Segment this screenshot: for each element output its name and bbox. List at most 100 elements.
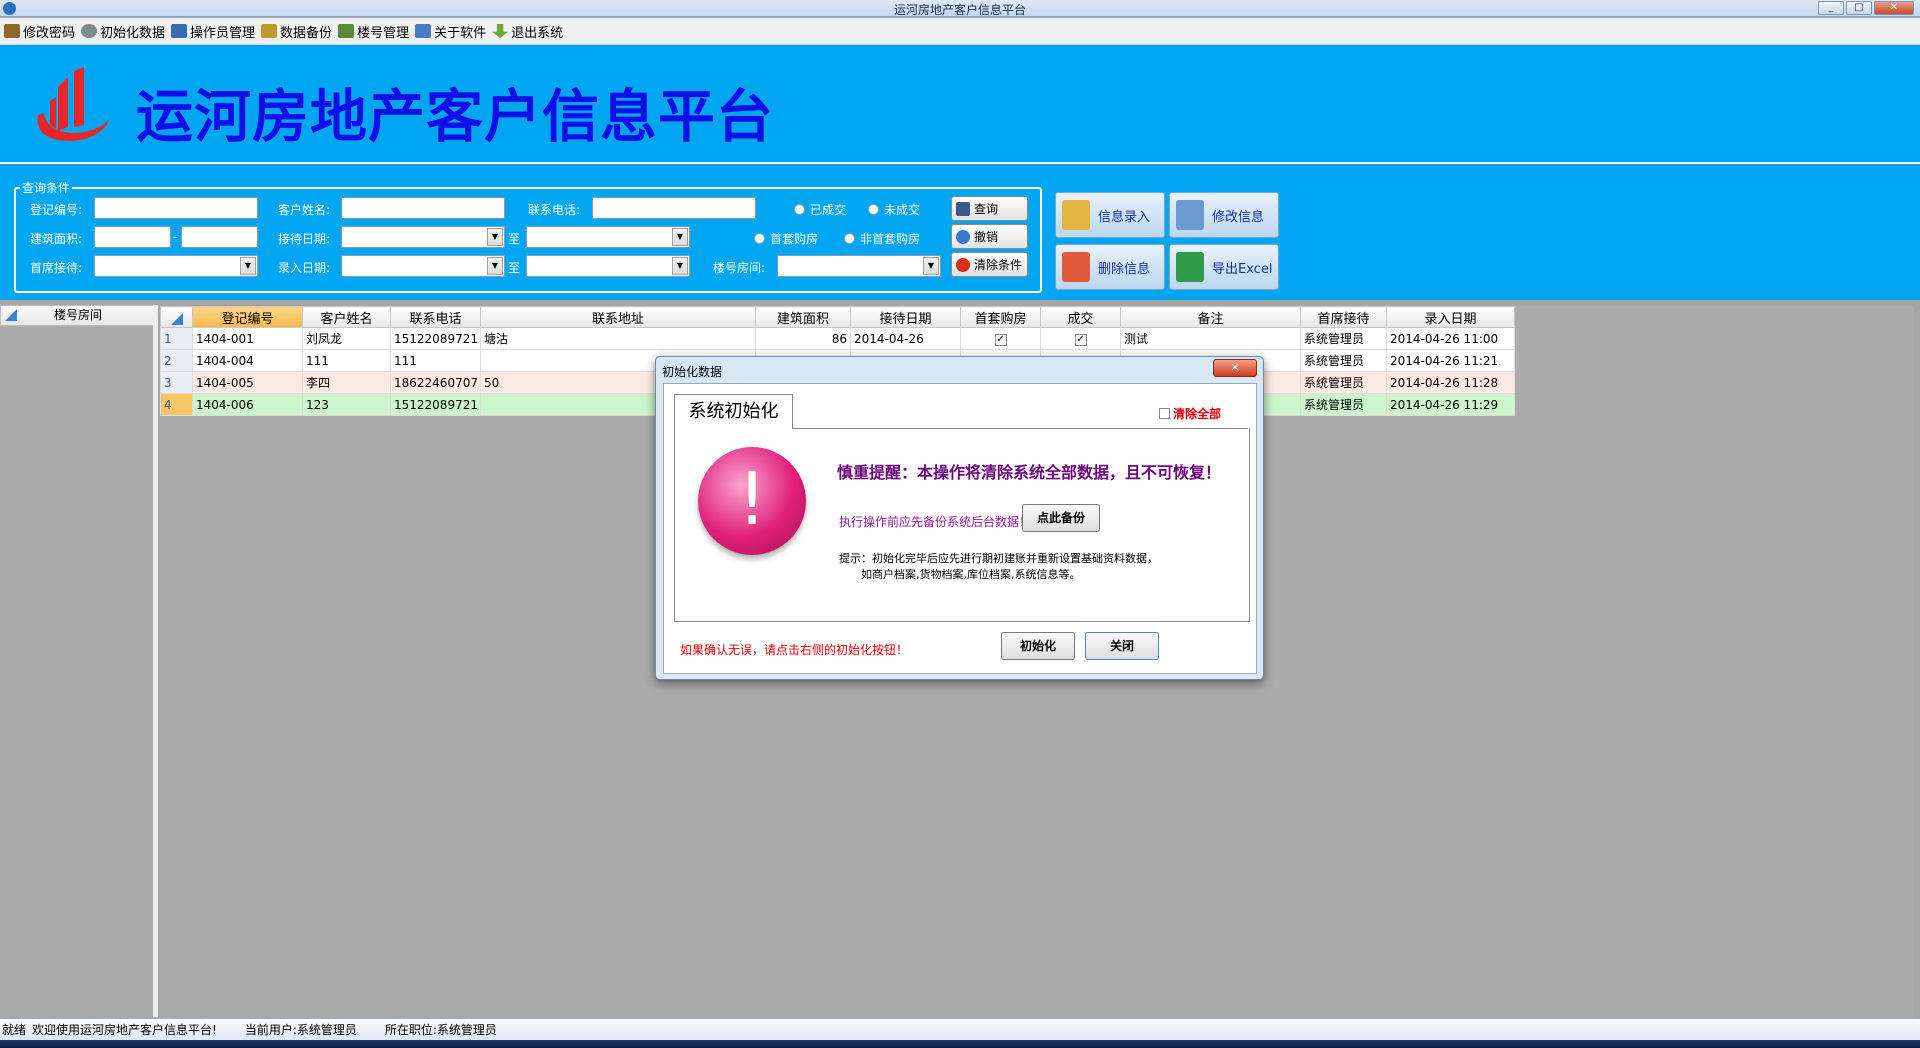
- col-header-reg-no[interactable]: 登记编号: [192, 306, 303, 328]
- reception-date-from-picker[interactable]: ▼: [341, 226, 505, 248]
- cell-reg-no[interactable]: 1404-006: [192, 393, 303, 416]
- backup-now-button[interactable]: 点此备份: [1022, 504, 1100, 532]
- menu-about[interactable]: 关于软件: [413, 20, 490, 42]
- cell-entry-date[interactable]: 2014-04-26 11:28: [1386, 371, 1515, 394]
- cell-entry-date[interactable]: 2014-04-26 11:29: [1386, 393, 1515, 416]
- phone-input[interactable]: [592, 197, 756, 219]
- cell-phone[interactable]: 111: [390, 349, 481, 372]
- close-button[interactable]: 关闭: [1085, 632, 1159, 660]
- menu-building-admin[interactable]: 楼号管理: [336, 20, 413, 42]
- first-reception-select[interactable]: ▼: [94, 255, 258, 277]
- panel-splitter[interactable]: [153, 305, 158, 1017]
- cell-phone[interactable]: 15122089721: [390, 393, 481, 416]
- undo-button[interactable]: 撤销: [951, 224, 1028, 249]
- col-header-first-home[interactable]: 首套购房: [960, 306, 1041, 328]
- excel-icon: [1176, 252, 1204, 282]
- col-header-customer-name[interactable]: 客户姓名: [302, 306, 391, 328]
- area-max-input[interactable]: [181, 226, 258, 248]
- col-header-phone[interactable]: 联系电话: [390, 306, 481, 328]
- cell-address[interactable]: 塘沽: [480, 327, 756, 350]
- col-header-first-reception[interactable]: 首席接待: [1300, 306, 1387, 328]
- row-number[interactable]: 2: [160, 349, 193, 372]
- window-title: 运河房地产客户信息平台: [893, 3, 1026, 17]
- cell-reg-no[interactable]: 1404-001: [192, 327, 303, 350]
- cell-phone[interactable]: 18622460707: [390, 371, 481, 394]
- reg-no-input[interactable]: [94, 197, 258, 219]
- entry-date-to-picker[interactable]: ▼: [526, 255, 690, 277]
- checkbox: [994, 334, 1007, 346]
- cell-customer-name[interactable]: 111: [302, 349, 391, 372]
- cell-deal[interactable]: [1040, 327, 1121, 350]
- dialog-title: 初始化数据: [662, 365, 723, 379]
- menu-exit[interactable]: 退出系统: [490, 20, 567, 42]
- add-info-button[interactable]: 信息录入: [1055, 192, 1165, 238]
- col-header-area[interactable]: 建筑面积: [755, 306, 851, 328]
- tab-system-init[interactable]: 系统初始化: [674, 394, 793, 429]
- radio-first-home[interactable]: 首套购房: [754, 230, 818, 247]
- delete-info-button[interactable]: 删除信息: [1055, 244, 1165, 290]
- room-select[interactable]: ▼: [777, 255, 941, 277]
- cell-first-reception[interactable]: 系统管理员: [1300, 393, 1387, 416]
- area-min-input[interactable]: [94, 226, 171, 248]
- chevron-down-icon: ▼: [672, 228, 688, 246]
- cell-first-reception[interactable]: 系统管理员: [1300, 327, 1387, 350]
- initialize-button[interactable]: 初始化: [1001, 632, 1075, 660]
- binoculars-icon: [956, 201, 970, 216]
- edit-info-button[interactable]: 修改信息: [1169, 192, 1279, 238]
- cell-phone[interactable]: 15122089721: [390, 327, 481, 350]
- checkbox-box: [1159, 408, 1170, 419]
- radio-deal-not-done[interactable]: 未成交: [868, 201, 920, 218]
- cell-reg-no[interactable]: 1404-005: [192, 371, 303, 394]
- chevron-down-icon: ▼: [672, 257, 688, 275]
- cell-first-reception[interactable]: 系统管理员: [1300, 349, 1387, 372]
- close-window-button[interactable]: ✕: [1874, 1, 1914, 15]
- customer-name-input[interactable]: [341, 197, 505, 219]
- row-number[interactable]: 4: [160, 393, 193, 416]
- menu-init-data[interactable]: 初始化数据: [79, 20, 169, 42]
- col-header-note[interactable]: 备注: [1120, 306, 1301, 328]
- delete-icon: [956, 257, 970, 272]
- maximize-button[interactable]: □: [1846, 1, 1872, 15]
- minimize-button[interactable]: _: [1818, 1, 1844, 15]
- clear-all-checkbox[interactable]: 清除全部: [1159, 405, 1221, 422]
- area-label: 建筑面积:: [30, 232, 83, 246]
- confirm-text: 如果确认无误，请点击右侧的初始化按钮！: [680, 643, 909, 657]
- clear-conditions-button[interactable]: 清除条件: [951, 252, 1028, 277]
- search-button[interactable]: 查询: [951, 196, 1028, 221]
- col-header-deal[interactable]: 成交: [1040, 306, 1121, 328]
- cell-reception-date[interactable]: 2014-04-26: [850, 327, 961, 350]
- backup-prompt-text: 执行操作前应先备份系统后台数据！: [839, 515, 1032, 529]
- cell-customer-name[interactable]: 123: [302, 393, 391, 416]
- radio-deal-done[interactable]: 已成交: [794, 201, 846, 218]
- menu-operator-admin[interactable]: 操作员管理: [169, 20, 259, 42]
- status-bar: 就绪 欢迎使用运河房地产客户信息平台! 当前用户:系统管理员 所在职位:系统管理…: [0, 1018, 1920, 1040]
- row-number[interactable]: 1: [160, 327, 193, 350]
- cell-customer-name[interactable]: 刘凤龙: [302, 327, 391, 350]
- cell-first-reception[interactable]: 系统管理员: [1300, 371, 1387, 394]
- cell-area[interactable]: 86: [755, 327, 851, 350]
- reception-date-to-picker[interactable]: ▼: [526, 226, 690, 248]
- cell-first-home[interactable]: [960, 327, 1041, 350]
- menu-change-password[interactable]: 修改密码: [2, 20, 79, 42]
- menu-data-backup[interactable]: 数据备份: [259, 20, 336, 42]
- warning-text: 慎重提醒：本操作将清除系统全部数据，且不可恢复！: [837, 463, 1222, 482]
- info-icon: [415, 24, 432, 38]
- col-header-address[interactable]: 联系地址: [480, 306, 756, 328]
- cell-customer-name[interactable]: 李四: [302, 371, 391, 394]
- col-header-entry-date[interactable]: 录入日期: [1386, 306, 1515, 328]
- cell-note[interactable]: 测试: [1120, 327, 1301, 350]
- cell-entry-date[interactable]: 2014-04-26 11:21: [1386, 349, 1515, 372]
- dialog-body: 系统初始化 清除全部 ! 慎重提醒：本操作将清除系统全部数据，且不可恢复！ 执行…: [663, 383, 1257, 674]
- col-header-reception-date[interactable]: 接待日期: [850, 306, 961, 328]
- table-row[interactable]: 11404-001刘凤龙15122089721塘沽862014-04-26 测试系…: [160, 327, 1515, 350]
- export-excel-button[interactable]: 导出Excel: [1169, 244, 1279, 290]
- row-number[interactable]: 3: [160, 371, 193, 394]
- entry-date-from-picker[interactable]: ▼: [341, 255, 505, 277]
- left-panel-header[interactable]: 楼号房间: [0, 305, 156, 326]
- grid-corner[interactable]: [160, 306, 193, 328]
- status-user: 当前用户:系统管理员: [244, 1023, 357, 1037]
- cell-reg-no[interactable]: 1404-004: [192, 349, 303, 372]
- dialog-close-x-button[interactable]: ✕: [1213, 359, 1257, 377]
- radio-not-first-home[interactable]: 非首套购房: [844, 230, 920, 247]
- cell-entry-date[interactable]: 2014-04-26 11:00: [1386, 327, 1515, 350]
